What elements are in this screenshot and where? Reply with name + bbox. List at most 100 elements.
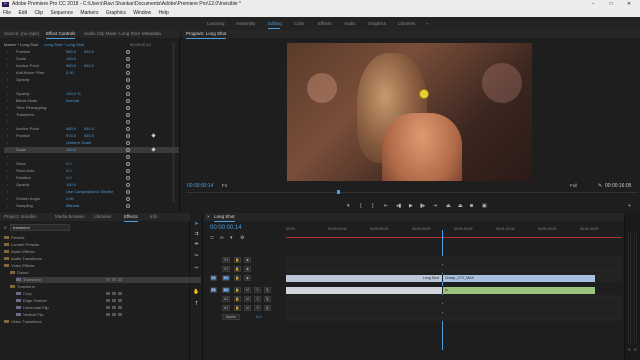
tab-media-browser[interactable]: Media Browser <box>55 213 85 221</box>
track-target-button[interactable]: V1 <box>222 275 230 281</box>
ec-property-row[interactable]: › Blend Mode Normal <box>4 98 179 104</box>
workspace-graphics[interactable]: Graphics <box>368 17 386 30</box>
reset-parameter-icon[interactable] <box>126 85 130 89</box>
expand-chevron-icon[interactable]: › <box>7 161 8 167</box>
ec-property-row[interactable]: › <box>4 119 179 125</box>
expand-chevron-icon[interactable]: › <box>7 56 8 62</box>
ec-property-value-y[interactable]: 540.0 <box>84 49 94 55</box>
tab-effects[interactable]: Effects <box>124 213 138 222</box>
program-video-frame[interactable] <box>287 43 532 181</box>
ec-property-value[interactable]: 0.0 <box>66 175 72 181</box>
menu-window[interactable]: Window <box>130 9 154 17</box>
export-frame-icon[interactable]: ◙ <box>470 203 473 209</box>
ec-property-row[interactable]: › Scale 100.0 <box>4 147 179 153</box>
ec-property-value[interactable]: Normal <box>66 98 79 104</box>
toggle-output-icon[interactable]: ◉ <box>244 257 251 263</box>
effects-folder-item[interactable]: Distort <box>10 270 195 276</box>
reset-parameter-icon[interactable] <box>126 120 130 124</box>
expand-chevron-icon[interactable]: › <box>7 189 8 195</box>
close-button[interactable]: ✕ <box>622 0 636 9</box>
reset-parameter-icon[interactable] <box>126 113 130 117</box>
effects-folder-item[interactable]: Lumetri Presets <box>4 242 189 248</box>
solo-button[interactable]: S <box>254 287 261 293</box>
expand-chevron-icon[interactable]: › <box>7 175 8 181</box>
reset-parameter-icon[interactable] <box>126 71 130 75</box>
go-to-in-icon[interactable]: ⇤ <box>384 203 388 209</box>
effect-item[interactable]: Horizontal Flip <box>16 305 201 311</box>
source-patch-button[interactable]: A1 <box>210 287 217 293</box>
tab-effect-controls[interactable]: Effect Controls <box>46 30 76 39</box>
comparison-view-icon[interactable]: ▣ <box>482 203 487 209</box>
expand-chevron-icon[interactable]: › <box>7 119 8 125</box>
toggle-output-icon[interactable]: ◉ <box>244 266 251 272</box>
track-lock-icon[interactable]: 🔒 <box>234 296 241 302</box>
extract-icon[interactable]: ⏏ <box>458 203 463 209</box>
tab-timeline-sequence[interactable]: Long Shot <box>214 213 235 222</box>
ec-property-row[interactable]: › Anchor Point 960.0 540.0 <box>4 63 179 69</box>
reset-parameter-icon[interactable] <box>126 169 130 173</box>
ec-property-value[interactable]: 0.0 <box>66 161 72 167</box>
tab-libraries[interactable]: Libraries <box>94 213 111 221</box>
toggle-output-icon[interactable]: ◉ <box>244 275 251 281</box>
ec-property-row[interactable]: › Shutter Angle 0.00 <box>4 196 179 202</box>
track-lock-icon[interactable]: 🔒 <box>234 257 241 263</box>
timeline-ruler[interactable]: 00:00 00:00:15:00 00:00:30:00 00:00:45:00 00… <box>286 227 622 237</box>
keyframe-icon[interactable] <box>151 147 156 152</box>
track-lock-icon[interactable]: 🔒 <box>234 305 241 311</box>
expand-chevron-icon[interactable]: › <box>7 91 8 97</box>
ec-property-value-y[interactable]: 540.0 <box>84 133 94 139</box>
ec-property-value-y[interactable]: 540.0 <box>84 63 94 69</box>
reset-parameter-icon[interactable] <box>126 57 130 61</box>
reset-parameter-icon[interactable] <box>126 197 130 201</box>
effects-folder-item[interactable]: Audio Effects <box>4 249 189 255</box>
lift-icon[interactable]: ⏏ <box>446 203 451 209</box>
source-patch-button[interactable]: V1 <box>210 275 217 281</box>
track-select-tool-icon[interactable]: ⇉ <box>193 231 200 237</box>
work-area-bar[interactable] <box>286 237 622 238</box>
selection-tool-icon[interactable]: ➤ <box>193 221 200 227</box>
reset-parameter-icon[interactable] <box>126 190 130 194</box>
ec-property-value[interactable]: 100.0 <box>66 147 76 153</box>
menu-graphics[interactable]: Graphics <box>103 9 129 17</box>
menu-file[interactable]: File <box>0 9 14 17</box>
workspace-libraries[interactable]: Libraries <box>398 17 415 30</box>
expand-chevron-icon[interactable]: › <box>7 203 8 209</box>
tab-info[interactable]: Info <box>150 213 158 221</box>
track-target-button[interactable]: A3 <box>222 305 230 311</box>
reset-parameter-icon[interactable] <box>126 127 130 131</box>
reset-parameter-icon[interactable] <box>126 204 130 208</box>
ec-property-row[interactable]: › Time Remapping <box>4 105 179 111</box>
ec-property-value[interactable]: 960.0 <box>66 49 76 55</box>
ec-property-value[interactable]: 960.0 <box>66 126 76 132</box>
ec-sequence-clip[interactable]: Long Shot * Long Shot <box>44 42 84 47</box>
ec-property-row[interactable]: › Anti-flicker Filter 0.00 <box>4 70 179 76</box>
ec-property-value[interactable]: 960.0 <box>66 63 76 69</box>
linked-selection-icon[interactable]: ∞ <box>220 235 224 241</box>
ec-property-row[interactable]: › Uniform Scale <box>4 140 179 146</box>
reset-parameter-icon[interactable] <box>126 106 130 110</box>
effect-item[interactable]: Edge Feather <box>16 298 201 304</box>
reset-parameter-icon[interactable] <box>126 155 130 159</box>
track-target-button[interactable]: V2 <box>222 266 230 272</box>
step-back-icon[interactable]: ◂▮ <box>396 203 401 209</box>
solo-right-icon[interactable]: S <box>634 347 637 352</box>
settings-wrench-icon[interactable]: ✎ <box>598 183 602 189</box>
ec-property-row[interactable]: › Opacity 100.0 <box>4 182 179 188</box>
reset-parameter-icon[interactable] <box>126 183 130 187</box>
razor-tool-icon[interactable]: ✂ <box>193 253 200 259</box>
ec-property-value[interactable]: 100.0 <box>66 182 76 188</box>
timeline-settings-icon[interactable]: ⚙ <box>240 235 244 241</box>
ec-property-value[interactable]: 0.0 <box>66 168 72 174</box>
ec-property-row[interactable]: › Position 974.0 540.0 <box>4 133 179 139</box>
workspace-color[interactable]: Color <box>294 17 305 30</box>
effects-folder-item[interactable]: Transform <box>10 284 195 290</box>
mute-button[interactable]: M <box>244 305 251 311</box>
track-target-button[interactable]: A2 <box>222 296 230 302</box>
expand-chevron-icon[interactable]: › <box>7 147 8 153</box>
ec-property-row[interactable]: › Opacity 100.0 % <box>4 91 179 97</box>
expand-chevron-icon[interactable]: › <box>7 77 8 83</box>
menu-clip[interactable]: Clip <box>31 9 46 17</box>
go-to-out-icon[interactable]: ⇥ <box>433 203 437 209</box>
reset-parameter-icon[interactable] <box>126 134 130 138</box>
ec-property-value[interactable]: 100.0 <box>66 56 76 62</box>
